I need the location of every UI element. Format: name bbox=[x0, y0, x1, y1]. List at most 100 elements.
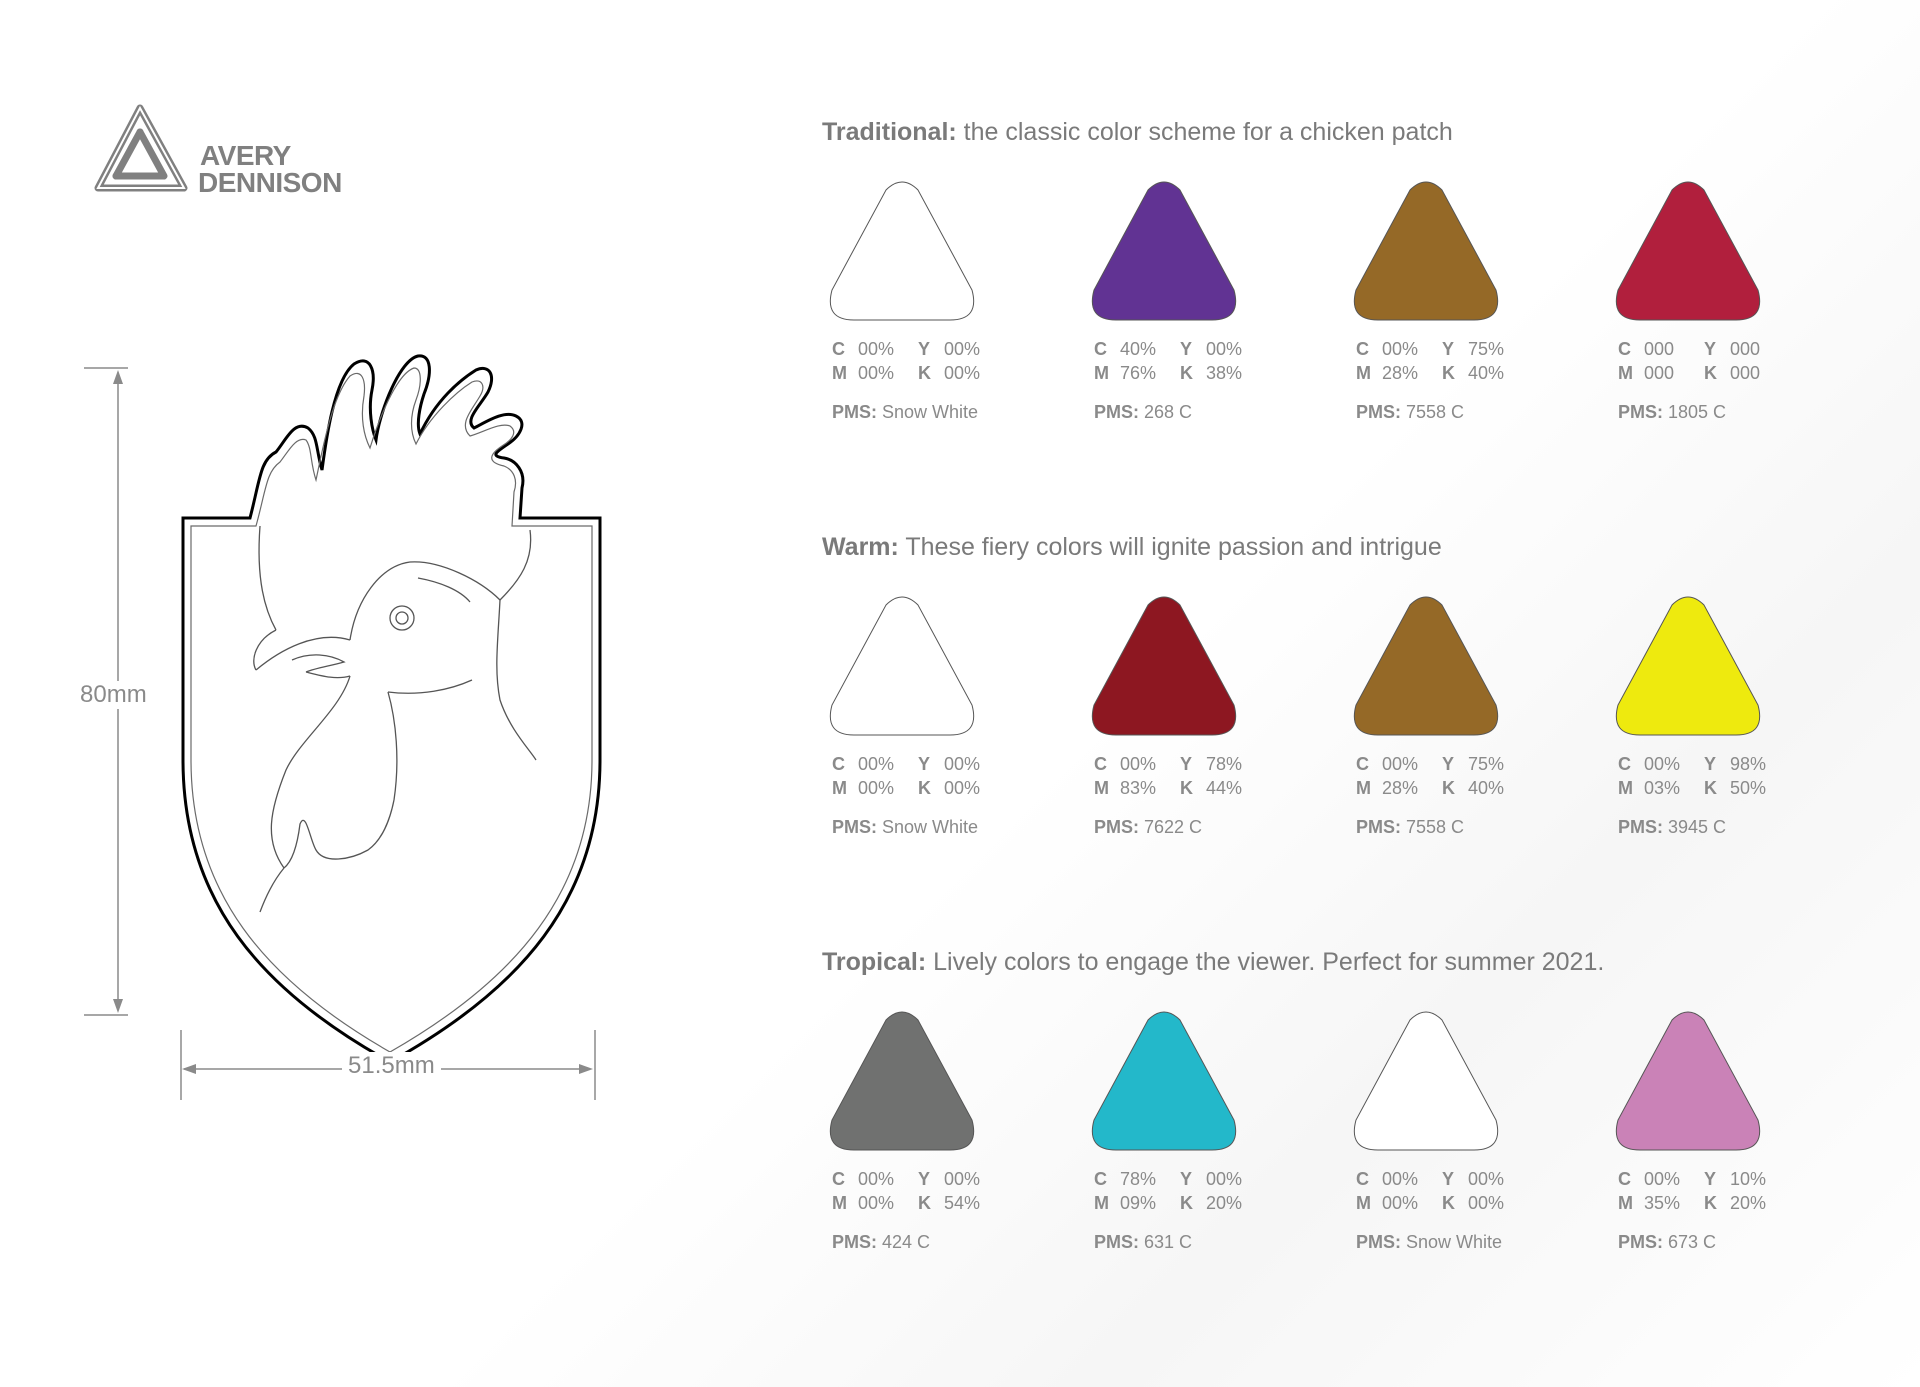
cmyk-channel-y: Y bbox=[1180, 754, 1193, 774]
color-chip-fill bbox=[829, 1011, 975, 1151]
cmyk-value-c: 00% bbox=[1382, 1169, 1419, 1189]
avery-dennison-triangle-logo-icon bbox=[94, 104, 188, 192]
color-chip-fill bbox=[1615, 596, 1761, 736]
palette-name: Tropical: bbox=[822, 948, 927, 976]
color-chip-fill bbox=[829, 596, 975, 736]
cmyk-channel-k: K bbox=[1442, 778, 1455, 798]
cmyk-channel-k: K bbox=[1704, 363, 1717, 383]
cmyk-row: M 83% K 44% bbox=[1094, 776, 1266, 800]
cmyk-value-m: 00% bbox=[858, 1193, 895, 1213]
cmyk-value-m: 28% bbox=[1382, 778, 1419, 798]
cmyk-row: C 78% Y 00% bbox=[1094, 1167, 1266, 1191]
pms-code: 424 C bbox=[882, 1232, 931, 1252]
color-chip-fill bbox=[1353, 181, 1499, 321]
cmyk-channel-m: M bbox=[832, 363, 847, 383]
pms-label: PMS: bbox=[832, 402, 877, 422]
cmyk-row: C 00% Y 10% bbox=[1618, 1167, 1790, 1191]
cmyk-channel-k: K bbox=[918, 778, 931, 798]
pms-value: PMS: 7558 C bbox=[1356, 402, 1464, 423]
cmyk-value-y: 75% bbox=[1468, 754, 1505, 774]
pms-code: 631 C bbox=[1144, 1232, 1193, 1252]
page: AVERY DENNISON 80mm 51.5mm Traditional: … bbox=[0, 0, 1920, 1387]
cmyk-channel-c: C bbox=[1356, 339, 1369, 359]
cmyk-channel-k: K bbox=[1442, 363, 1455, 383]
pms-label: PMS: bbox=[1356, 402, 1401, 422]
cmyk-values: C 000 Y 000 M 000 K 000 bbox=[1618, 337, 1790, 385]
color-chip-triangle bbox=[1091, 596, 1237, 736]
cmyk-value-m: 00% bbox=[858, 363, 895, 383]
cmyk-value-k: 50% bbox=[1730, 778, 1767, 798]
pms-code: Snow White bbox=[1406, 1232, 1503, 1252]
palette-name: Warm: bbox=[822, 533, 899, 561]
cmyk-channel-y: Y bbox=[918, 1169, 931, 1189]
cmyk-value-y: 75% bbox=[1468, 339, 1505, 359]
cmyk-row: C 00% Y 00% bbox=[832, 752, 1004, 776]
pms-code: 7558 C bbox=[1406, 402, 1465, 422]
cmyk-row: M 00% K 00% bbox=[832, 776, 1004, 800]
pms-value: PMS: 673 C bbox=[1618, 1232, 1716, 1253]
cmyk-value-k: 20% bbox=[1730, 1193, 1767, 1213]
badge-drawing: 80mm 51.5mm bbox=[60, 340, 620, 1120]
pms-code: 673 C bbox=[1668, 1232, 1717, 1252]
cmyk-value-y: 00% bbox=[944, 339, 981, 359]
cmyk-channel-m: M bbox=[1618, 363, 1633, 383]
cmyk-value-m: 000 bbox=[1644, 363, 1675, 383]
cmyk-channel-y: Y bbox=[1442, 1169, 1455, 1189]
cmyk-values: C 00% Y 10% M 35% K 20% bbox=[1618, 1167, 1790, 1215]
cmyk-value-c: 00% bbox=[1644, 1169, 1681, 1189]
color-swatch: C 00% Y 75% M 28% K 40% PMS: 7558 C bbox=[1346, 180, 1546, 440]
cmyk-channel-c: C bbox=[832, 754, 845, 774]
cmyk-value-y: 00% bbox=[1468, 1169, 1505, 1189]
cmyk-row: M 35% K 20% bbox=[1618, 1191, 1790, 1215]
color-chip-fill bbox=[1091, 1011, 1237, 1151]
pms-label: PMS: bbox=[1356, 1232, 1401, 1252]
cmyk-channel-m: M bbox=[1094, 1193, 1109, 1213]
pms-label: PMS: bbox=[1356, 817, 1401, 837]
pms-label: PMS: bbox=[1618, 1232, 1663, 1252]
pms-label: PMS: bbox=[1618, 402, 1663, 422]
cmyk-channel-k: K bbox=[918, 363, 931, 383]
palette-warm: Warm: These fiery colors will ignite pas… bbox=[822, 525, 1882, 845]
height-dimension-label: 80mm bbox=[80, 681, 147, 709]
cmyk-channel-m: M bbox=[1356, 778, 1371, 798]
cmyk-channel-c: C bbox=[1356, 754, 1369, 774]
color-swatch: C 00% Y 10% M 35% K 20% PMS: 673 C bbox=[1608, 1010, 1808, 1270]
pms-value: PMS: Snow White bbox=[832, 817, 978, 838]
pms-value: PMS: 268 C bbox=[1094, 402, 1192, 423]
palette-heading: Warm: These fiery colors will ignite pas… bbox=[822, 533, 1442, 562]
cmyk-channel-m: M bbox=[1618, 778, 1633, 798]
cmyk-values: C 00% Y 75% M 28% K 40% bbox=[1356, 337, 1528, 385]
cmyk-channel-c: C bbox=[1094, 1169, 1107, 1189]
logo-line-2: DENNISON bbox=[198, 167, 342, 198]
pms-label: PMS: bbox=[1094, 1232, 1139, 1252]
cmyk-row: C 000 Y 000 bbox=[1618, 337, 1790, 361]
cmyk-value-c: 00% bbox=[1120, 754, 1157, 774]
cmyk-channel-y: Y bbox=[1442, 339, 1455, 359]
cmyk-row: M 00% K 54% bbox=[832, 1191, 1004, 1215]
cmyk-channel-y: Y bbox=[918, 339, 931, 359]
cmyk-channel-k: K bbox=[1180, 1193, 1193, 1213]
cmyk-value-m: 28% bbox=[1382, 363, 1419, 383]
cmyk-value-c: 00% bbox=[1382, 754, 1419, 774]
color-chip-triangle bbox=[1615, 1011, 1761, 1151]
cmyk-value-y: 000 bbox=[1730, 339, 1761, 359]
color-chip-triangle bbox=[1615, 181, 1761, 321]
pms-code: Snow White bbox=[882, 817, 979, 837]
pms-value: PMS: Snow White bbox=[832, 402, 978, 423]
color-chip-fill bbox=[1615, 181, 1761, 321]
logo-line-1: AVERY bbox=[200, 140, 291, 171]
cmyk-value-k: 40% bbox=[1468, 778, 1505, 798]
cmyk-value-c: 00% bbox=[1382, 339, 1419, 359]
cmyk-channel-y: Y bbox=[1180, 1169, 1193, 1189]
cmyk-value-y: 98% bbox=[1730, 754, 1767, 774]
pms-label: PMS: bbox=[1094, 817, 1139, 837]
pms-value: PMS: 7622 C bbox=[1094, 817, 1202, 838]
color-chip-triangle bbox=[1615, 596, 1761, 736]
cmyk-values: C 00% Y 00% M 00% K 00% bbox=[832, 752, 1004, 800]
cmyk-value-c: 00% bbox=[1644, 754, 1681, 774]
color-chip-triangle bbox=[1353, 596, 1499, 736]
color-chip-fill bbox=[829, 181, 975, 321]
cmyk-values: C 00% Y 00% M 00% K 54% bbox=[832, 1167, 1004, 1215]
width-dimension-label: 51.5mm bbox=[342, 1052, 441, 1080]
cmyk-row: M 00% K 00% bbox=[832, 361, 1004, 385]
